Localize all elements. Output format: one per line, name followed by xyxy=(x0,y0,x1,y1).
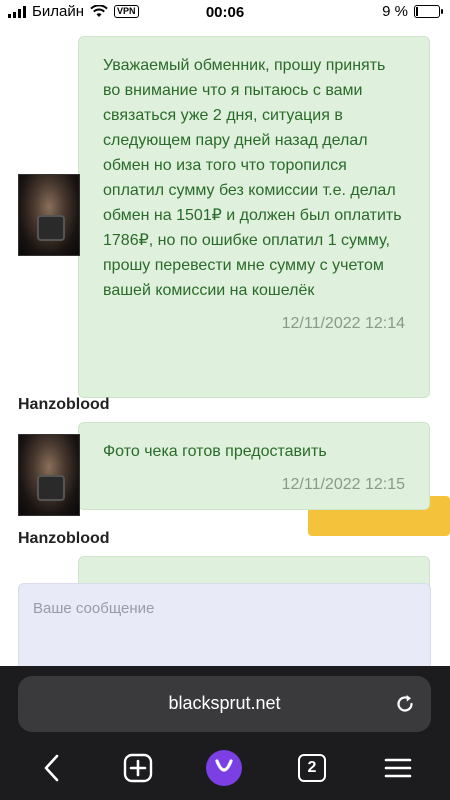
browser-toolbar: 2 xyxy=(0,748,450,788)
back-button[interactable] xyxy=(32,748,72,788)
battery-percent: 9 % xyxy=(382,3,408,20)
browser-bar: blacksprut.net 2 xyxy=(0,666,450,800)
chat-area[interactable]: Уважаемый обменник, прошу принять во вни… xyxy=(0,26,450,666)
avatar xyxy=(18,174,80,256)
message-text: Фото чека готов предоставить xyxy=(103,443,327,460)
plus-square-icon xyxy=(123,753,153,783)
message-timestamp: 12/11/2022 12:14 xyxy=(281,315,405,332)
status-bar: Билайн VPN 00:06 9 % xyxy=(0,0,450,26)
url-text: blacksprut.net xyxy=(168,693,281,713)
menu-button[interactable] xyxy=(378,748,418,788)
message-input-placeholder: Ваше сообщение xyxy=(33,600,155,617)
new-tab-button[interactable] xyxy=(118,748,158,788)
message-bubble: Уважаемый обменник, прошу принять во вни… xyxy=(78,36,430,398)
hamburger-icon xyxy=(384,758,412,778)
alice-icon xyxy=(206,750,242,786)
message-timestamp: 12/11/2022 12:15 xyxy=(281,476,405,493)
battery-icon xyxy=(414,5,443,18)
reload-icon[interactable] xyxy=(393,692,417,716)
address-bar[interactable]: blacksprut.net xyxy=(18,676,431,732)
message-input[interactable]: Ваше сообщение xyxy=(18,583,431,673)
tabs-count: 2 xyxy=(307,759,317,776)
username: Hanzoblood xyxy=(18,396,110,413)
username: Hanzoblood xyxy=(18,530,110,547)
avatar xyxy=(18,434,80,516)
message-bubble: Фото чека готов предоставить 12/11/2022 … xyxy=(78,422,430,510)
message-text: Уважаемый обменник, прошу принять во вни… xyxy=(103,57,402,299)
alice-assistant-button[interactable] xyxy=(204,748,244,788)
status-right: 9 % xyxy=(382,3,443,20)
chevron-left-icon xyxy=(44,754,59,782)
tabs-button[interactable]: 2 xyxy=(292,748,332,788)
tabs-count-icon: 2 xyxy=(298,754,326,782)
